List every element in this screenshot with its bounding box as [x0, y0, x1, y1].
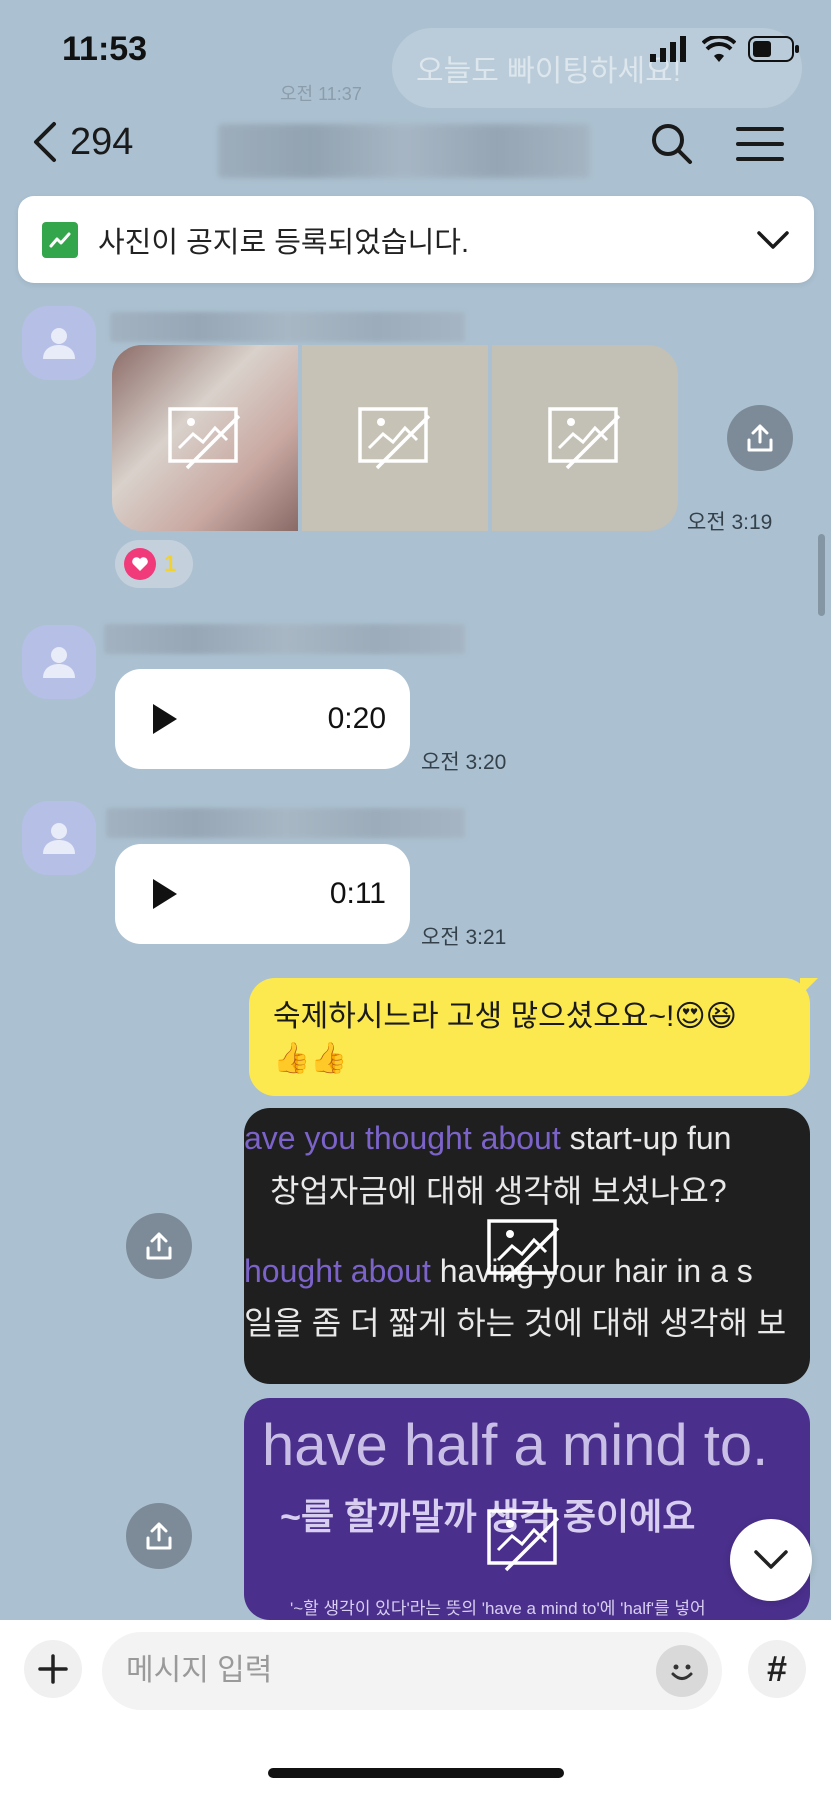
image-text-line: 일을 좀 더 짧게 하는 것에 대해 생각해 보	[244, 1305, 787, 1341]
scroll-to-bottom-button[interactable]	[730, 1519, 812, 1601]
menu-button[interactable]	[736, 126, 784, 167]
image-placeholder-icon	[168, 407, 241, 470]
share-icon	[146, 1522, 172, 1550]
person-icon	[43, 328, 75, 359]
chart-icon	[42, 221, 78, 258]
voice-duration: 0:20	[327, 702, 386, 735]
avatar[interactable]	[22, 306, 96, 380]
wifi-icon	[702, 36, 736, 62]
share-button[interactable]	[126, 1213, 192, 1279]
image-text-line: ave you thought about start-up fun	[244, 1120, 732, 1156]
play-icon[interactable]	[149, 702, 179, 736]
image-thumbnail[interactable]	[492, 345, 678, 531]
share-icon	[747, 424, 773, 452]
image-placeholder-icon	[487, 1219, 560, 1282]
voice-duration: 0:11	[329, 877, 386, 910]
image-text-line: 창업자금에 대해 생각해 보셨나요?	[270, 1173, 727, 1209]
chevron-left-icon	[34, 122, 56, 162]
signal-icon	[650, 36, 686, 62]
attach-button[interactable]	[24, 1640, 82, 1698]
image-thumbnail[interactable]	[302, 345, 488, 531]
search-icon	[652, 124, 692, 164]
image-placeholder-icon	[358, 407, 431, 470]
image-title: have half a mind to.	[262, 1413, 769, 1478]
message-time: 오전 3:20	[421, 751, 507, 774]
image-thumbnail[interactable]	[112, 345, 298, 531]
avatar[interactable]	[22, 625, 96, 699]
reaction-count: 1	[164, 551, 177, 576]
voice-message[interactable]: 0:20	[115, 669, 410, 769]
message-time: 오전 3:19	[687, 511, 773, 534]
chat-title-redacted	[218, 124, 590, 178]
person-icon	[43, 823, 75, 854]
hamburger-icon	[736, 127, 784, 161]
message-text: 숙제하시느라 고생 많으셨오요~!😍😆	[273, 1000, 737, 1033]
message-text: 👍👍	[273, 1042, 348, 1075]
image-message[interactable]: have half a mind to. ~를 할까말까 생각 중이에요 '~할…	[244, 1398, 810, 1620]
notice-text: 사진이 공지로 등록되었습니다.	[98, 226, 470, 259]
battery-icon	[748, 36, 799, 62]
status-icons	[650, 36, 800, 62]
hash-button[interactable]: #	[748, 1640, 806, 1698]
back-button[interactable]: 294	[30, 120, 133, 164]
status-time: 11:53	[62, 30, 148, 68]
image-placeholder-icon	[487, 1509, 560, 1572]
image-caption: '~할 생각이 있다'라는 뜻의 'have a mind to'에 'half…	[290, 1599, 706, 1618]
person-icon	[43, 647, 75, 678]
member-count: 294	[70, 120, 134, 163]
image-placeholder-icon	[548, 407, 621, 470]
emoji-button[interactable]	[656, 1645, 708, 1697]
sender-name-redacted	[106, 808, 465, 838]
heart-icon	[124, 548, 156, 580]
message-time: 오전 3:21	[421, 926, 507, 949]
share-icon	[146, 1232, 172, 1260]
scrollbar[interactable]	[818, 534, 825, 616]
background-message-time: 오전 11:37	[280, 84, 362, 104]
search-button[interactable]	[650, 122, 694, 171]
image-message[interactable]: ave you thought about start-up fun 창업자금에…	[244, 1108, 810, 1384]
notice-banner[interactable]: 사진이 공지로 등록되었습니다.	[18, 196, 814, 283]
plus-icon	[38, 1654, 68, 1684]
chevron-down-icon	[754, 1550, 788, 1569]
home-indicator	[268, 1768, 564, 1778]
reaction-badge[interactable]: 1	[115, 540, 193, 588]
sender-name-redacted	[104, 624, 465, 654]
share-button[interactable]	[727, 405, 793, 471]
avatar[interactable]	[22, 801, 96, 875]
my-message-bubble[interactable]: 숙제하시느라 고생 많으셨오요~!😍😆 👍👍	[249, 978, 818, 1096]
smiley-icon	[671, 1664, 693, 1680]
share-button[interactable]	[126, 1503, 192, 1569]
sender-name-redacted	[110, 312, 465, 342]
chevron-down-icon[interactable]	[756, 230, 790, 250]
play-icon[interactable]	[149, 877, 179, 911]
voice-message[interactable]: 0:11	[115, 844, 410, 944]
image-grid[interactable]	[112, 345, 678, 531]
message-input[interactable]	[102, 1632, 722, 1710]
